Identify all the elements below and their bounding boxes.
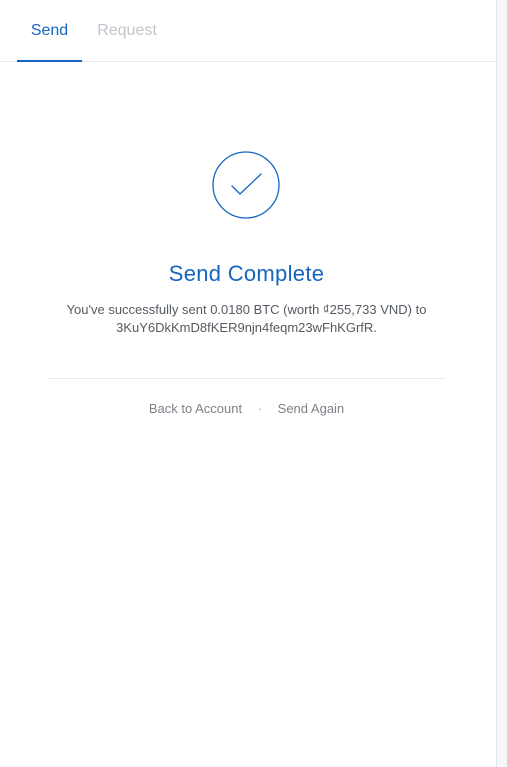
tab-send[interactable]: Send	[17, 0, 82, 62]
tab-bar: Send Request	[0, 0, 496, 62]
back-to-account-link[interactable]: Back to Account	[149, 401, 242, 416]
action-links: Back to Account · Send Again	[0, 401, 493, 416]
success-message-line1: You've successfully sent 0.0180 BTC (wor…	[66, 302, 427, 317]
main-panel: Send Request Send Complete You've succes…	[0, 0, 496, 767]
success-message: You've successfully sent 0.0180 BTC (wor…	[40, 301, 453, 337]
separator-dot: ·	[257, 401, 263, 416]
page-title: Send Complete	[168, 261, 325, 286]
recipient-address: 3KuY6DkKmD8fKER9njn4feqm23wFhKGrfR.	[116, 320, 377, 335]
divider	[47, 378, 446, 379]
side-panel-edge	[496, 0, 507, 767]
tab-request[interactable]: Request	[92, 0, 162, 62]
send-again-link[interactable]: Send Again	[278, 401, 345, 416]
checkmark-icon	[212, 151, 280, 219]
send-complete-page: Send Request Send Complete You've succes…	[0, 0, 507, 767]
